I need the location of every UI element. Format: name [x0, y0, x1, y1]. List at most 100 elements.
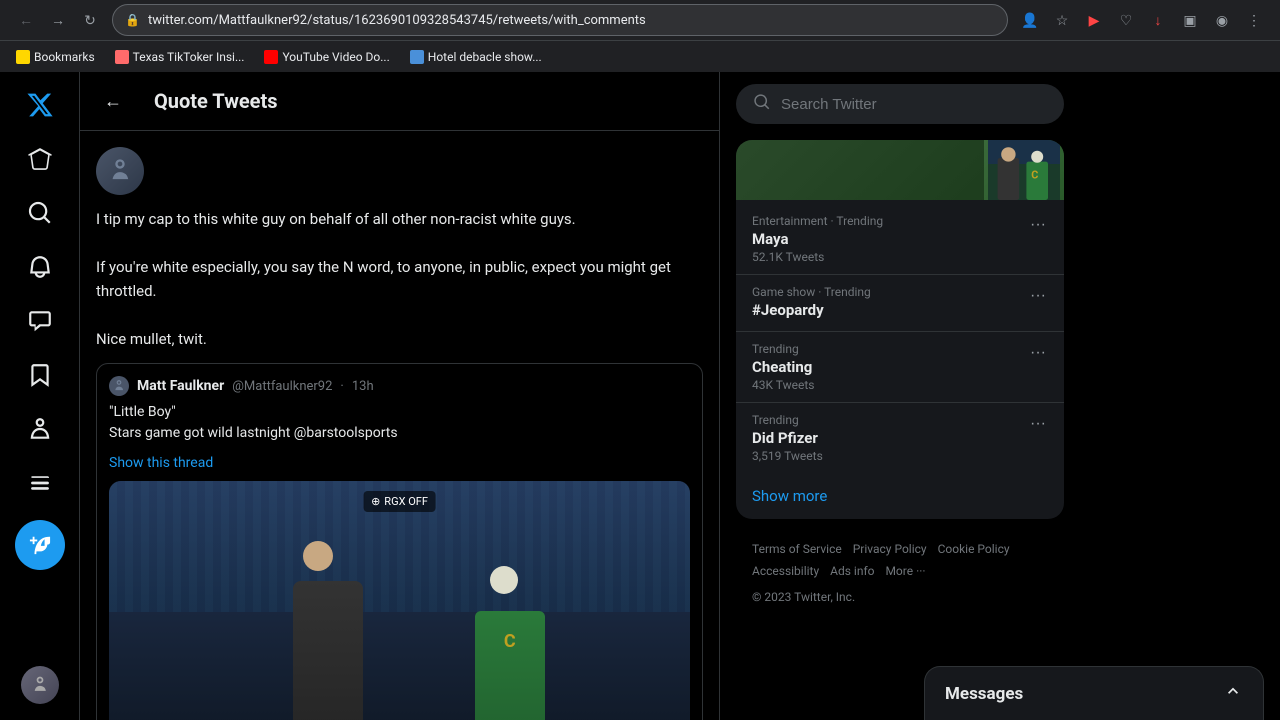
search-icon [753, 93, 771, 115]
star-browser-button[interactable]: ☆ [1048, 6, 1076, 34]
reload-nav-button[interactable]: ↻ [76, 6, 104, 34]
main-content: ← Quote Tweets I tip my cap to this whit… [80, 72, 720, 720]
bookmark-youtube[interactable]: YouTube Video Do... [256, 47, 397, 67]
right-sidebar: C Entertainment · Trending Maya 52.1K Tw… [720, 72, 1080, 720]
messages-bar-title: Messages [945, 684, 1023, 704]
browser-actions: 👤 ☆ ▶ ♡ ↓ ▣ ◉ ⋮ [1016, 6, 1268, 34]
trending-category-0: Entertainment · Trending [752, 214, 1028, 228]
heart-browser-button[interactable]: ♡ [1112, 6, 1140, 34]
trending-card-top-image: C [736, 140, 1064, 200]
trending-item-left-3: Trending Did Pfizer 3,519 Tweets [752, 413, 1028, 463]
sidebar-item-explore[interactable] [15, 188, 65, 238]
trending-more-button-2[interactable]: ··· [1028, 342, 1048, 364]
bookmark-youtube-icon [264, 50, 278, 64]
trending-topic-0: Maya [752, 230, 1028, 248]
quoted-separator: · [340, 379, 343, 394]
video-container[interactable]: C ⊕ RGX OFF [109, 481, 690, 720]
footer-terms-link[interactable]: Terms of Service [752, 542, 842, 556]
trending-item-left-1: Game show · Trending #Jeopardy [752, 285, 1028, 321]
show-more-trending-link[interactable]: Show more [736, 473, 1064, 519]
menu-browser-button[interactable]: ⋮ [1240, 6, 1268, 34]
sidebar-item-more[interactable] [15, 458, 65, 508]
tweet-text: I tip my cap to this white guy on behalf… [96, 207, 703, 351]
trending-card-image: C [984, 140, 1064, 200]
back-button[interactable]: ← [96, 84, 130, 118]
sidebar-item-home[interactable] [15, 134, 65, 184]
trending-topic-2: Cheating [752, 358, 1028, 376]
app-layout: ← Quote Tweets I tip my cap to this whit… [0, 72, 1280, 720]
footer-ads-link[interactable]: Ads info [830, 564, 874, 578]
address-bar[interactable]: 🔒 twitter.com/Mattfaulkner92/status/1623… [112, 4, 1008, 36]
sidebar-compose-button[interactable] [15, 520, 65, 570]
trending-count-0: 52.1K Tweets [752, 250, 1028, 264]
quoted-author-name: Matt Faulkner [137, 378, 224, 394]
bookmark-bookmarks[interactable]: Bookmarks [8, 47, 103, 67]
footer-more-link[interactable]: More ··· [885, 564, 925, 578]
trending-category-2: Trending [752, 342, 1028, 356]
user-profile-browser-button[interactable]: 👤 [1016, 6, 1044, 34]
footer-cookie-link[interactable]: Cookie Policy [938, 542, 1010, 556]
footer-privacy-link[interactable]: Privacy Policy [853, 542, 927, 556]
sidebar-item-bookmarks[interactable] [15, 350, 65, 400]
video-placeholder: C ⊕ RGX OFF [109, 481, 690, 720]
extensions-browser-button[interactable]: ▣ [1176, 6, 1204, 34]
account-browser-button[interactable]: ◉ [1208, 6, 1236, 34]
footer-links: Terms of Service Privacy Policy Cookie P… [736, 535, 1064, 586]
sidebar-item-notifications[interactable] [15, 242, 65, 292]
trending-more-button-3[interactable]: ··· [1028, 413, 1048, 435]
bookmark-bookmarks-icon [16, 50, 30, 64]
bookmark-hotel[interactable]: Hotel debacle show... [402, 47, 550, 67]
trending-card-bg: C [736, 140, 1064, 200]
footer-accessibility-link[interactable]: Accessibility [752, 564, 819, 578]
avatar-image [96, 147, 144, 195]
jersey-c-letter: C [504, 631, 516, 652]
trending-item-1[interactable]: Game show · Trending #Jeopardy ··· [736, 275, 1064, 332]
avatar-placeholder [21, 666, 59, 704]
svg-text:C: C [1031, 168, 1038, 181]
overlay-text: RGX OFF [384, 495, 428, 508]
quoted-tweet-header: Matt Faulkner @Mattfaulkner92 · 13h [109, 376, 690, 396]
sidebar-item-messages[interactable] [15, 296, 65, 346]
lock-icon: 🔒 [125, 13, 140, 27]
trending-item-3[interactable]: Trending Did Pfizer 3,519 Tweets ··· [736, 403, 1064, 473]
trending-item-2[interactable]: Trending Cheating 43K Tweets ··· [736, 332, 1064, 403]
sidebar-top [0, 80, 79, 570]
trending-item-left-2: Trending Cheating 43K Tweets [752, 342, 1028, 392]
search-input[interactable] [781, 96, 1047, 113]
figure-jersey: C [475, 611, 545, 720]
quoted-author-handle: @Mattfaulkner92 [232, 379, 332, 394]
download-icon-button[interactable]: ↓ [1144, 6, 1172, 34]
figure-left [283, 571, 373, 720]
trending-item-left-0: Entertainment · Trending Maya 52.1K Twee… [752, 214, 1028, 264]
show-thread-link[interactable]: Show this thread [109, 455, 213, 471]
quoted-tweet[interactable]: Matt Faulkner @Mattfaulkner92 · 13h "Lit… [96, 363, 703, 720]
sidebar-user-avatar[interactable] [21, 666, 59, 704]
browser-toolbar: ← → ↻ 🔒 twitter.com/Mattfaulkner92/statu… [0, 0, 1280, 40]
sidebar-twitter-logo[interactable] [15, 80, 65, 130]
trending-count-3: 3,519 Tweets [752, 449, 1028, 463]
quoted-tweet-avatar [109, 376, 129, 396]
bookmark-tiktok-icon [115, 50, 129, 64]
page-title: Quote Tweets [154, 89, 278, 113]
bookmark-tiktok[interactable]: Texas TikToker Insi... [107, 47, 253, 67]
youtube-icon-button[interactable]: ▶ [1080, 6, 1108, 34]
address-bar-url: twitter.com/Mattfaulkner92/status/162369… [148, 13, 995, 28]
quoted-tweet-text: "Little Boy" Stars game got wild lastnig… [109, 402, 690, 444]
search-bar[interactable] [736, 84, 1064, 124]
overlay-icon-symbol: ⊕ [371, 495, 380, 508]
trending-more-button-0[interactable]: ··· [1028, 214, 1048, 236]
figure-body-dark [293, 581, 363, 720]
bookmarks-bar: Bookmarks Texas TikToker Insi... YouTube… [0, 40, 1280, 72]
trending-item-0[interactable]: Entertainment · Trending Maya 52.1K Twee… [736, 204, 1064, 275]
sidebar-item-profile[interactable] [15, 404, 65, 454]
figure-head-right [490, 566, 518, 594]
trending-topic-3: Did Pfizer [752, 429, 1028, 447]
messages-bar[interactable]: Messages [924, 666, 1264, 720]
forward-nav-button[interactable]: → [44, 6, 72, 34]
tweet-author-avatar[interactable] [96, 147, 144, 195]
quoted-timestamp: 13h [352, 379, 374, 394]
tweet-author-row [96, 147, 703, 195]
trending-more-button-1[interactable]: ··· [1028, 285, 1048, 307]
back-nav-button[interactable]: ← [12, 6, 40, 34]
page-header: ← Quote Tweets [80, 72, 719, 131]
